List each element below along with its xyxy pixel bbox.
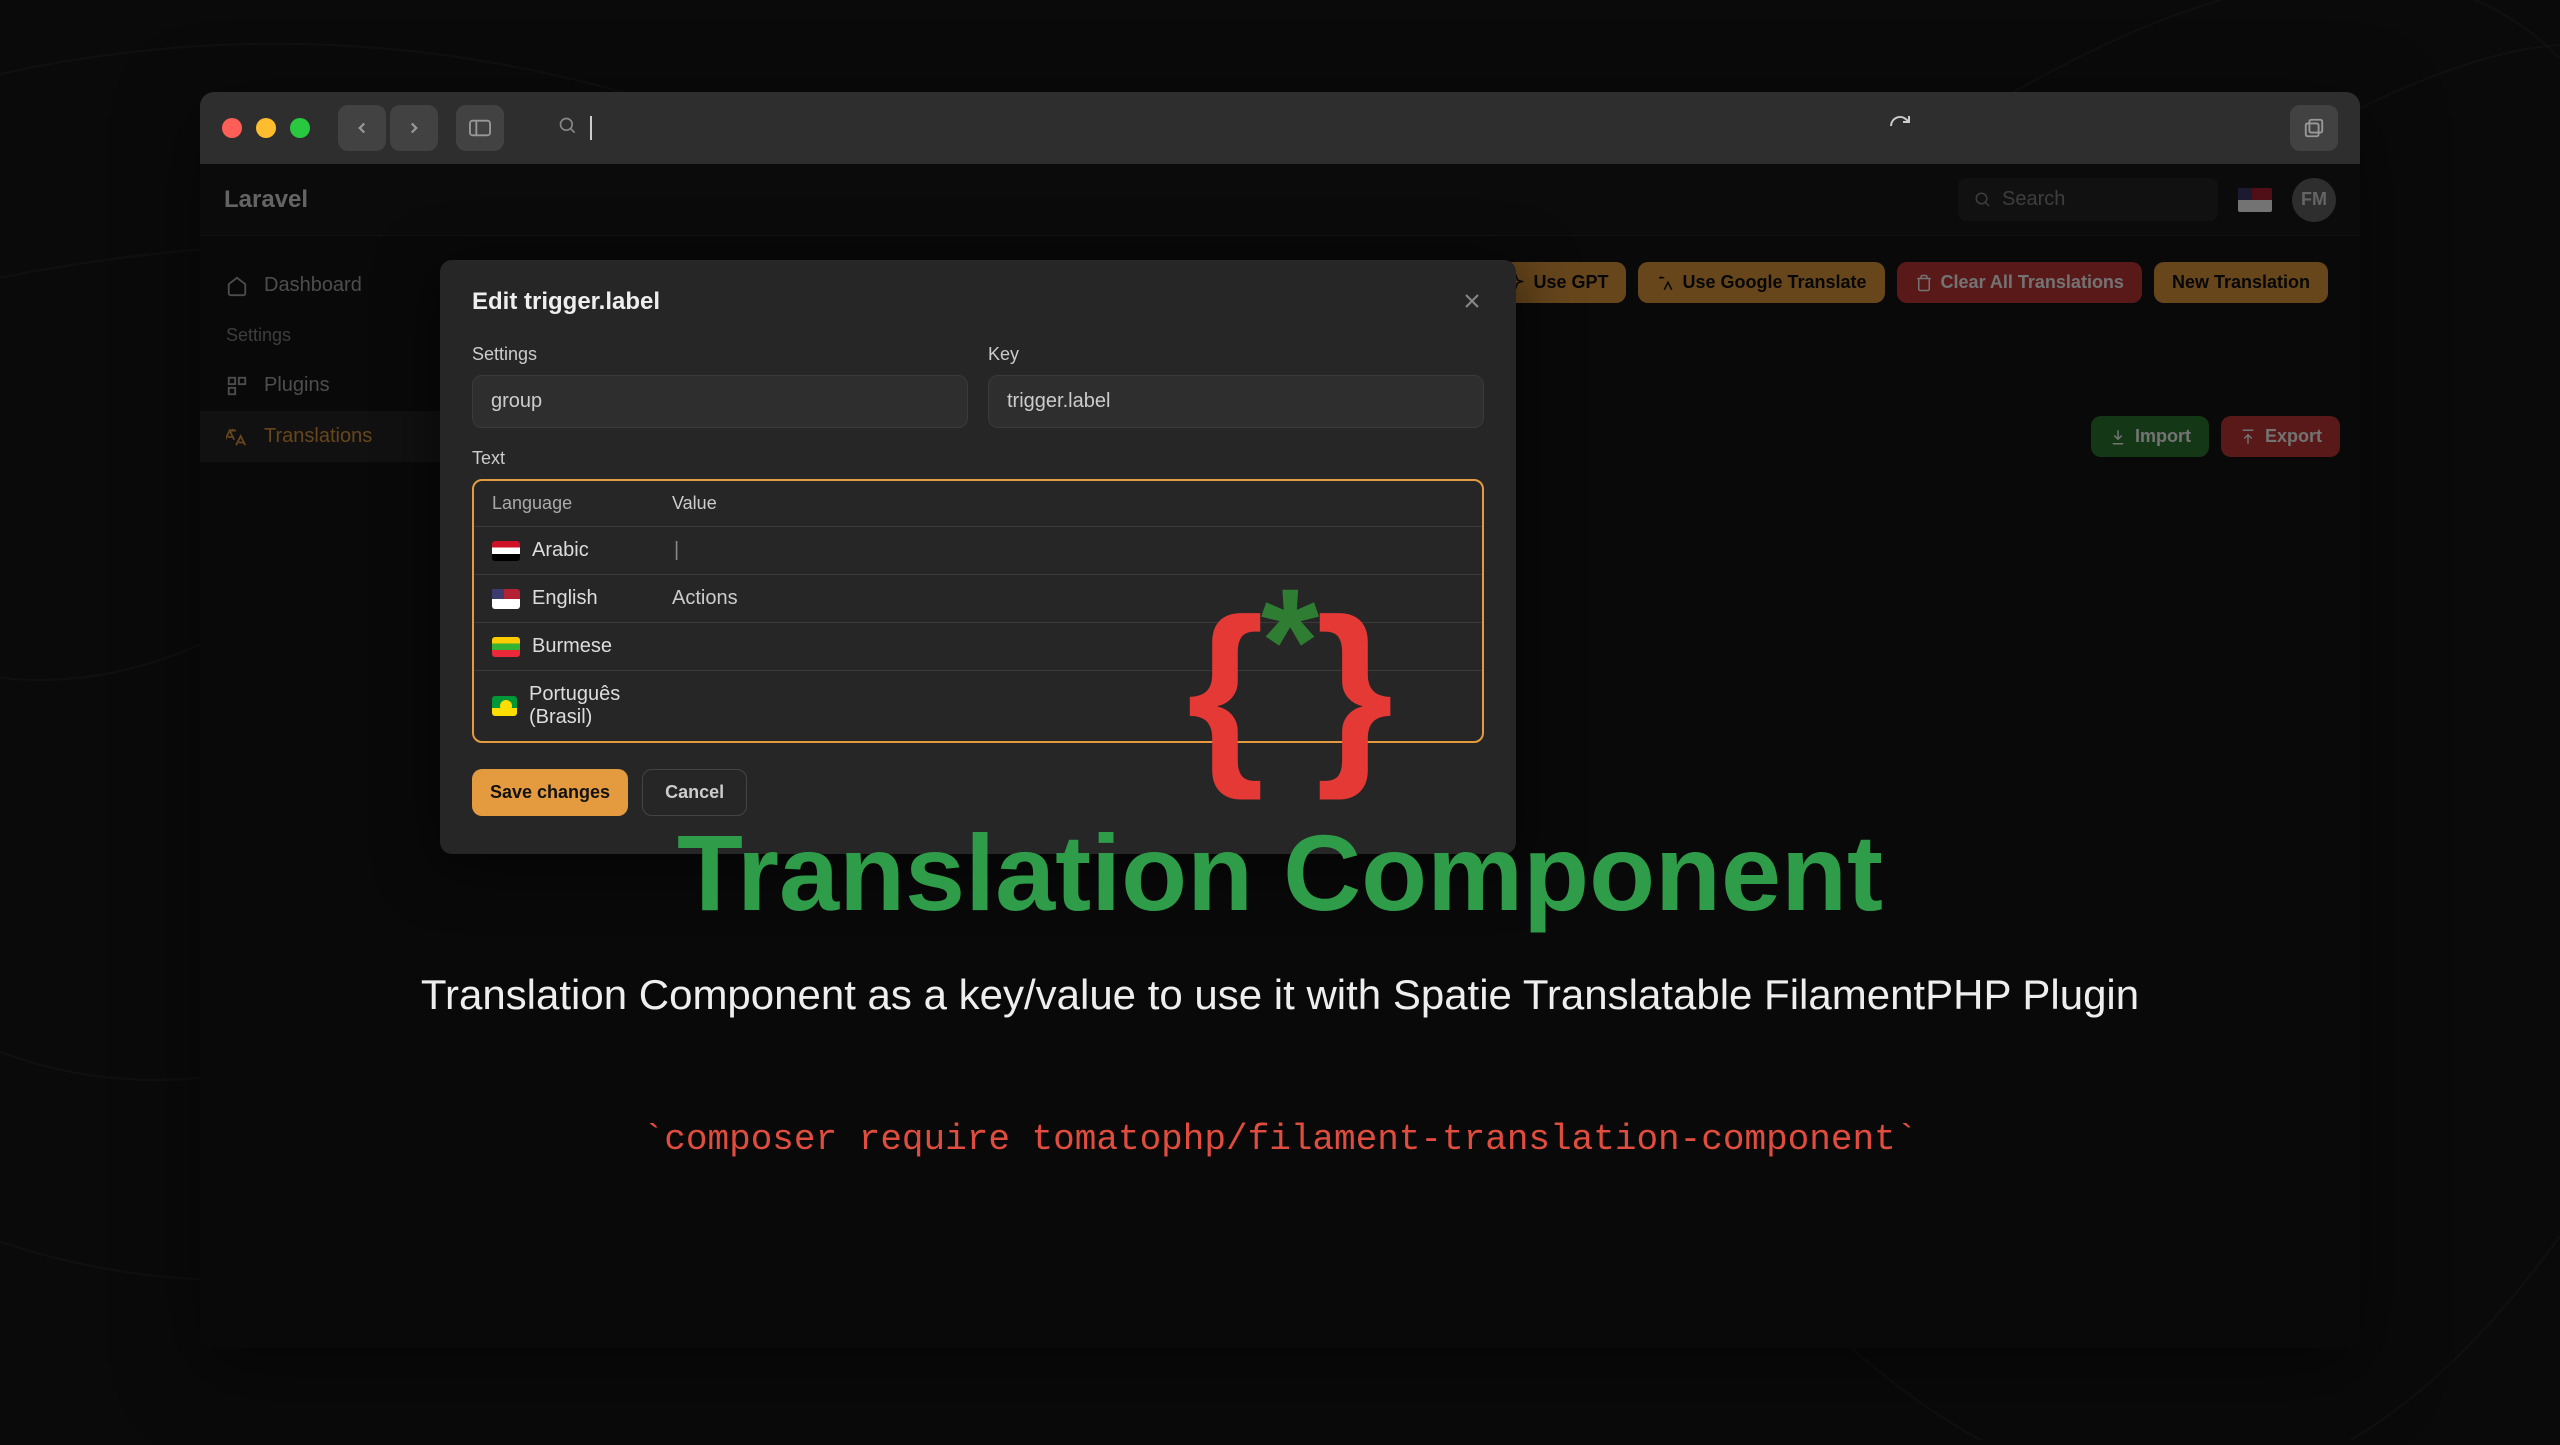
- close-icon: [1460, 289, 1484, 313]
- translation-row: Arabic |: [474, 527, 1482, 575]
- translation-row: Burmese: [474, 623, 1482, 671]
- key-input[interactable]: trigger.label: [988, 375, 1484, 428]
- settings-field: Settings group: [472, 344, 968, 428]
- clear-translations-button[interactable]: Clear All Translations: [1897, 262, 2142, 303]
- translation-row: Português (Brasil): [474, 671, 1482, 741]
- tabs-button[interactable]: [2290, 105, 2338, 151]
- home-icon: [226, 275, 248, 297]
- language-name: Português (Brasil): [529, 683, 672, 729]
- plugin-icon: [226, 375, 248, 397]
- language-name: English: [532, 587, 598, 610]
- trash-icon: [1915, 274, 1933, 292]
- nav-buttons: [338, 105, 438, 151]
- key-label: Key: [988, 344, 1484, 365]
- value-input[interactable]: [672, 683, 1464, 729]
- key-field: Key trigger.label: [988, 344, 1484, 428]
- close-window-button[interactable]: [222, 118, 242, 138]
- import-button[interactable]: Import: [2091, 416, 2209, 457]
- browser-toolbar: [200, 92, 2360, 164]
- sidebar-section-label: Settings: [226, 325, 291, 346]
- flag-icon: [492, 696, 517, 716]
- value-input[interactable]: Actions: [672, 587, 1464, 610]
- translation-text-table: Language Value Arabic | English Actions …: [472, 479, 1484, 743]
- sidebar-item-label: Translations: [264, 425, 372, 448]
- export-button[interactable]: Export: [2221, 416, 2340, 457]
- back-button[interactable]: [338, 105, 386, 151]
- flag-icon: [492, 589, 520, 609]
- value-input[interactable]: [672, 635, 1464, 658]
- global-search-input[interactable]: Search: [1958, 178, 2218, 221]
- brand-logo: Laravel: [224, 186, 308, 214]
- use-google-translate-button[interactable]: Use Google Translate: [1638, 262, 1884, 303]
- download-icon: [2109, 428, 2127, 446]
- minimize-window-button[interactable]: [256, 118, 276, 138]
- translate-icon: [226, 426, 248, 448]
- forward-button[interactable]: [390, 105, 438, 151]
- flag-icon: [492, 541, 520, 561]
- address-bar[interactable]: [558, 116, 1834, 141]
- language-name: Arabic: [532, 539, 589, 562]
- translation-row: English Actions: [474, 575, 1482, 623]
- address-cursor: [590, 116, 592, 140]
- maximize-window-button[interactable]: [290, 118, 310, 138]
- column-language: Language: [492, 493, 672, 514]
- translate-icon: [1656, 274, 1674, 292]
- search-icon: [558, 116, 578, 141]
- value-input[interactable]: |: [672, 539, 1464, 562]
- search-placeholder: Search: [2002, 188, 2065, 211]
- cancel-button[interactable]: Cancel: [642, 769, 747, 816]
- modal-header: Edit trigger.label: [472, 288, 1484, 320]
- user-avatar[interactable]: FM: [2292, 178, 2336, 222]
- table-toolbar: Import Export: [2091, 416, 2360, 457]
- search-icon: [1974, 191, 1992, 209]
- window-controls: [222, 118, 310, 138]
- upload-icon: [2239, 428, 2257, 446]
- flag-icon: [492, 637, 520, 657]
- sidebar-toggle-button[interactable]: [456, 105, 504, 151]
- column-value: Value: [672, 493, 1464, 514]
- text-label: Text: [472, 448, 1484, 469]
- new-translation-button[interactable]: New Translation: [2154, 262, 2328, 303]
- sidebar-item-label: Dashboard: [264, 274, 362, 297]
- language-name: Burmese: [532, 635, 612, 658]
- save-changes-button[interactable]: Save changes: [472, 769, 628, 816]
- edit-translation-modal: Edit trigger.label Settings group Key tr…: [440, 260, 1516, 854]
- language-flag-icon[interactable]: [2238, 188, 2272, 212]
- app-header: Laravel Search FM: [200, 164, 2360, 236]
- modal-title: Edit trigger.label: [472, 288, 660, 320]
- close-modal-button[interactable]: [1460, 288, 1484, 320]
- sidebar-item-label: Plugins: [264, 374, 330, 397]
- settings-input[interactable]: group: [472, 375, 968, 428]
- reload-button[interactable]: [1888, 114, 1912, 143]
- settings-label: Settings: [472, 344, 968, 365]
